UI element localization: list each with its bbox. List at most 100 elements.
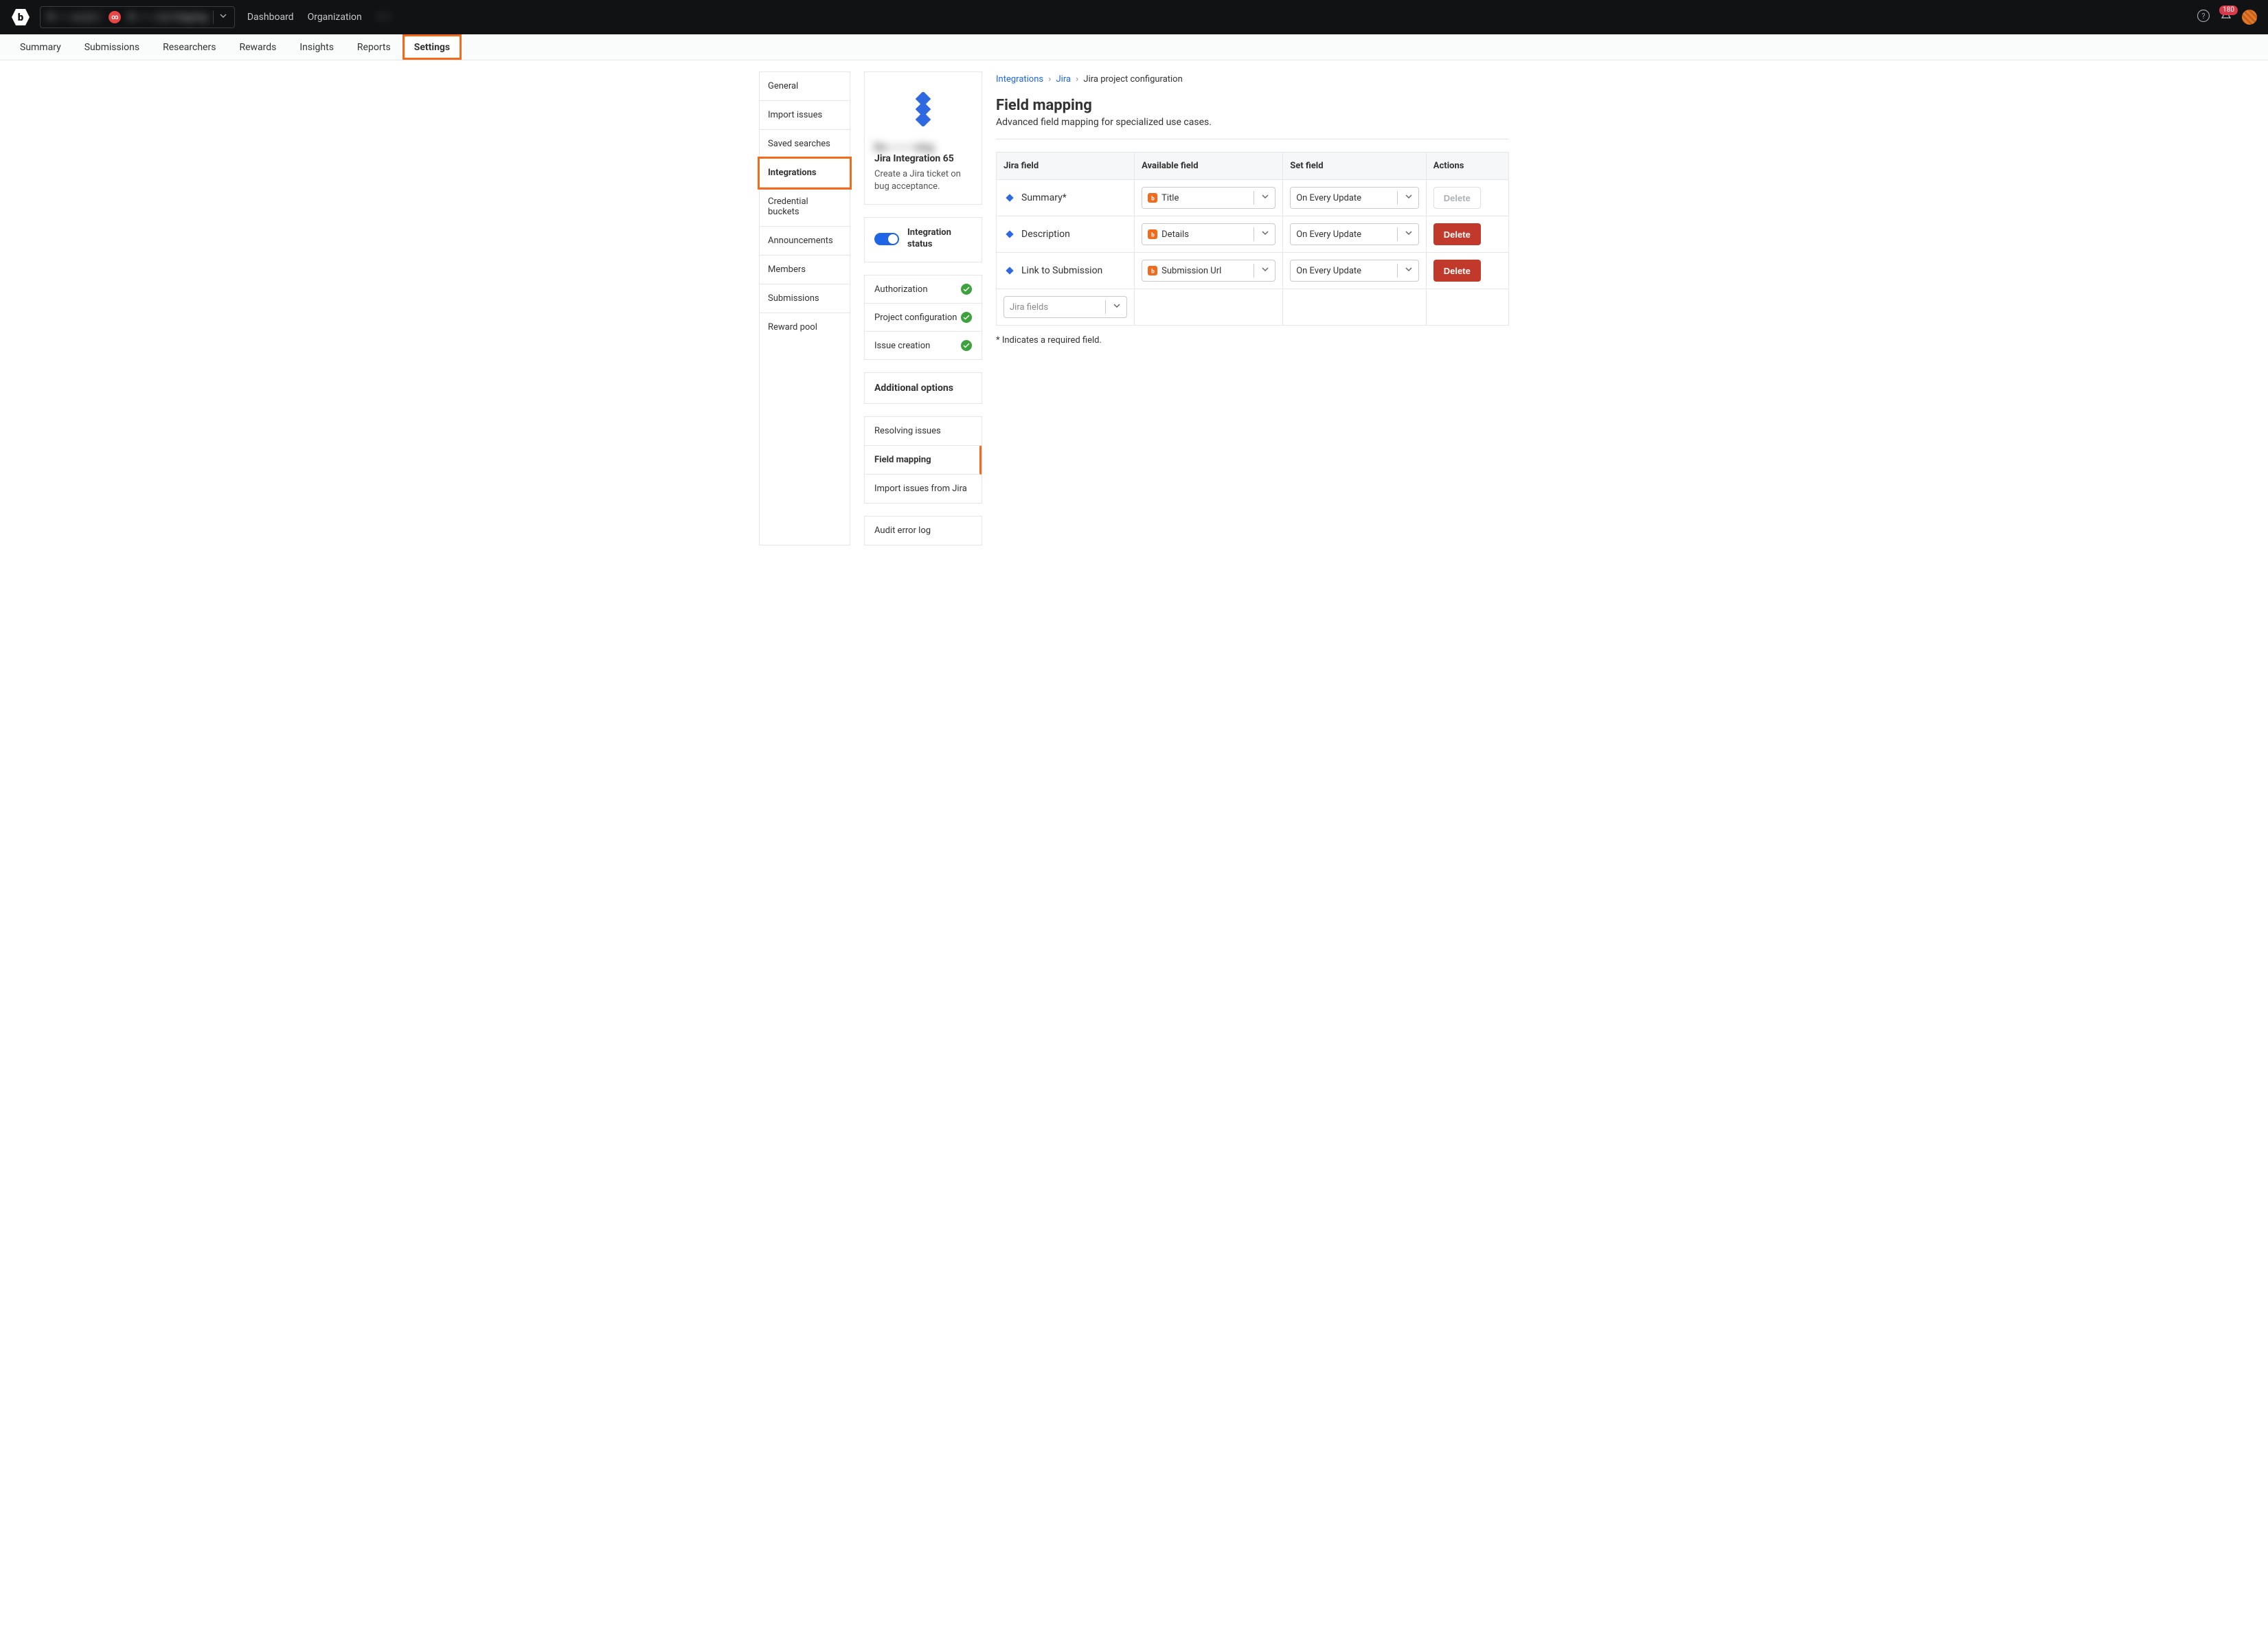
nav-dashboard[interactable]: Dashboard <box>247 12 294 23</box>
org-picker[interactable]: R———a LLC / ∞ R——— LLC Ongoing <box>40 6 235 28</box>
org-name-2: R——— LLC Ongoing <box>128 12 207 23</box>
help-icon[interactable]: ? <box>2197 9 2210 25</box>
sidebar-item-integrations[interactable]: Integrations <box>760 159 850 188</box>
top-links: Dashboard Organization —— <box>247 12 391 23</box>
audit-card: Audit error log <box>864 516 982 545</box>
bugcrowd-icon: b <box>1148 229 1157 239</box>
check-icon <box>961 284 972 295</box>
chevron-down-icon <box>219 12 227 23</box>
integration-card: Re————oing Jira Integration 65 Create a … <box>864 71 982 205</box>
chevron-right-icon: › <box>1045 74 1054 84</box>
opt-import-from-jira[interactable]: Import issues from Jira <box>865 475 982 503</box>
tab-submissions[interactable]: Submissions <box>73 34 151 60</box>
nav-organization[interactable]: Organization <box>308 12 362 23</box>
sidebar-item-announcements[interactable]: Announcements <box>760 227 850 256</box>
svg-text:b: b <box>18 11 24 23</box>
tab-insights[interactable]: Insights <box>288 34 345 60</box>
opt-audit-error-log[interactable]: Audit error log <box>865 517 982 545</box>
sidebar-item-submissions[interactable]: Submissions <box>760 284 850 313</box>
jira-field-cell: Link to Submission <box>1003 264 1127 277</box>
integration-status-label: Integration status <box>907 227 972 251</box>
crumb-current: Jira project configuration <box>1083 74 1182 84</box>
table-row: Summary* bTitle On Every Update Delete <box>997 180 1508 216</box>
integration-status-toggle[interactable] <box>874 233 899 245</box>
additional-options-list: Resolving issues Field mapping Import is… <box>864 416 982 504</box>
tab-researchers[interactable]: Researchers <box>151 34 227 60</box>
check-icon <box>961 340 972 351</box>
jira-field-cell: Description <box>1003 228 1127 240</box>
svg-text:b: b <box>1151 231 1155 238</box>
tab-summary[interactable]: Summary <box>8 34 73 60</box>
jira-field-cell: Summary* <box>1003 192 1127 204</box>
chevron-down-icon <box>1261 265 1269 276</box>
integration-status-row: Integration status <box>865 218 982 262</box>
svg-text:b: b <box>1151 195 1155 201</box>
settings-sidebar: General Import issues Saved searches Int… <box>759 71 850 545</box>
chevron-down-icon <box>1405 192 1413 203</box>
breadcrumb: Integrations › Jira › Jira project confi… <box>996 71 1509 94</box>
opt-field-mapping[interactable]: Field mapping <box>865 446 982 475</box>
set-field-select[interactable]: On Every Update <box>1290 260 1419 282</box>
available-field-select[interactable]: bTitle <box>1142 187 1275 209</box>
chevron-down-icon <box>1113 302 1121 313</box>
sidebar-item-reward-pool[interactable]: Reward pool <box>760 313 850 341</box>
notification-badge: 180 <box>2219 5 2238 15</box>
crumb-integrations[interactable]: Integrations <box>996 74 1043 84</box>
subnav: Summary Submissions Researchers Rewards … <box>0 34 2268 60</box>
svg-text:?: ? <box>2201 12 2205 21</box>
sidebar-item-credential-buckets[interactable]: Credential buckets <box>760 188 850 227</box>
set-field-select[interactable]: On Every Update <box>1290 187 1419 209</box>
brand-logo[interactable]: b <box>11 8 30 27</box>
bugcrowd-icon: b <box>1148 266 1157 275</box>
opt-resolving-issues[interactable]: Resolving issues <box>865 417 982 446</box>
chevron-down-icon <box>1261 192 1269 203</box>
bugcrowd-icon: b <box>1148 193 1157 203</box>
checklist-project-configuration[interactable]: Project configuration <box>865 304 982 332</box>
chevron-down-icon <box>1261 229 1269 240</box>
integration-checklist: Authorization Project configuration Issu… <box>864 275 982 360</box>
col-jira-field: Jira field <box>997 152 1135 180</box>
crumb-jira[interactable]: Jira <box>1056 74 1071 84</box>
integration-title: Re————oing Jira Integration 65 <box>874 142 972 164</box>
delete-button[interactable]: Delete <box>1433 223 1481 245</box>
chevron-right-icon: › <box>1073 74 1081 84</box>
checklist-issue-creation[interactable]: Issue creation <box>865 332 982 359</box>
col-available-field: Available field <box>1135 152 1283 180</box>
sidebar-item-general[interactable]: General <box>760 72 850 101</box>
nav-hidden[interactable]: —— <box>376 12 391 23</box>
table-row: Link to Submission bSubmission Url On Ever… <box>997 253 1508 289</box>
col-actions: Actions <box>1427 152 1508 180</box>
available-field-select[interactable]: bDetails <box>1142 223 1275 245</box>
svg-text:b: b <box>1151 268 1155 274</box>
add-jira-field-select[interactable]: Jira fields <box>1003 296 1127 318</box>
additional-options-card: Additional options <box>864 372 982 404</box>
notifications-button[interactable]: 180 <box>2220 10 2232 25</box>
page-subtitle: Advanced field mapping for specialized u… <box>996 117 1509 128</box>
required-footnote: * Indicates a required field. <box>996 335 1509 346</box>
check-icon <box>961 312 972 323</box>
jira-logo <box>874 82 972 137</box>
checklist-authorization[interactable]: Authorization <box>865 275 982 304</box>
additional-options-heading: Additional options <box>865 373 982 403</box>
topbar: b R———a LLC / ∞ R——— LLC Ongoing Dashboa… <box>0 0 2268 34</box>
chevron-down-icon <box>1405 265 1413 276</box>
avatar[interactable] <box>2242 10 2257 25</box>
tab-rewards[interactable]: Rewards <box>227 34 288 60</box>
sidebar-item-members[interactable]: Members <box>760 256 850 284</box>
table-row: Description bDetails On Every Update Delete <box>997 216 1508 253</box>
set-field-select[interactable]: On Every Update <box>1290 223 1419 245</box>
col-set-field: Set field <box>1283 152 1427 180</box>
program-icon: ∞ <box>109 11 121 23</box>
tab-reports[interactable]: Reports <box>345 34 402 60</box>
delete-button[interactable]: Delete <box>1433 260 1481 282</box>
tab-settings[interactable]: Settings <box>402 34 462 60</box>
chevron-down-icon <box>1405 229 1413 240</box>
available-field-select[interactable]: bSubmission Url <box>1142 260 1275 282</box>
field-mapping-table: Jira field Available field Set field Act… <box>996 152 1509 326</box>
delete-button: Delete <box>1433 187 1481 209</box>
integration-desc: Create a Jira ticket on bug acceptance. <box>874 168 972 193</box>
org-name-1: R———a LLC / <box>47 12 102 23</box>
content: Integrations › Jira › Jira project confi… <box>996 71 1509 545</box>
sidebar-item-import-issues[interactable]: Import issues <box>760 101 850 130</box>
sidebar-item-saved-searches[interactable]: Saved searches <box>760 130 850 159</box>
